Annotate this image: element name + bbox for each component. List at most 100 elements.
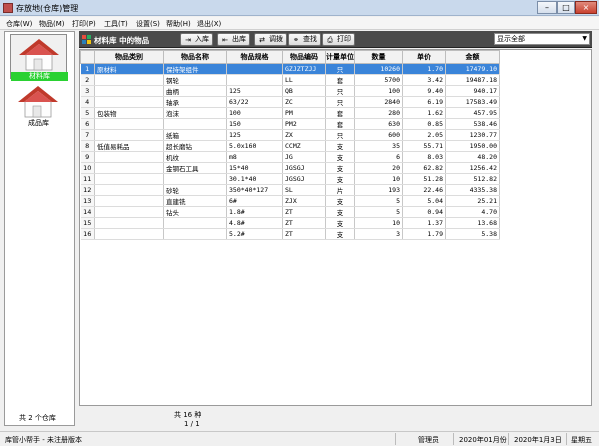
column-header[interactable]: 计量单位 — [325, 50, 355, 64]
current-weekday: 星期五 — [571, 436, 592, 444]
unit-cell: 支 — [325, 206, 355, 218]
column-header[interactable]: 数量 — [354, 50, 403, 64]
display-filter-select[interactable]: 显示全部 ▼ — [494, 33, 590, 45]
table-row[interactable]: 13 直建铣 6# ZJX 支 5 5.04 25.21 — [80, 195, 500, 207]
table-row[interactable]: 15 4.8# ZT 支 10 1.37 13.68 — [80, 217, 500, 229]
price-cell: 1.62 — [402, 107, 446, 119]
code-cell: ZT — [282, 206, 326, 218]
category-cell — [94, 195, 164, 207]
transfer-button[interactable]: ⇄ 调拨 — [254, 33, 287, 46]
category-cell: 包装物 — [94, 107, 164, 119]
stock-out-button[interactable]: ⇤ 出库 — [217, 33, 250, 46]
current-user: 管理员 — [418, 436, 439, 444]
column-header[interactable]: 单价 — [402, 50, 446, 64]
menu-print[interactable]: 打印(P) — [72, 19, 96, 29]
menu-item[interactable]: 物品(M) — [39, 19, 65, 29]
spec-cell: 1.8# — [226, 206, 283, 218]
table-row[interactable]: 12 砂轮 350*40*127 SL 片 193 22.46 4335.38 — [80, 184, 500, 196]
amount-cell: 940.17 — [445, 85, 500, 97]
item-count: 共 16 种 — [174, 411, 202, 419]
house-icon — [18, 86, 58, 118]
column-header[interactable]: 物品类别 — [94, 50, 164, 64]
quantity-cell: 3 — [354, 228, 403, 240]
quantity-cell: 20 — [354, 162, 403, 174]
minimize-button[interactable]: – — [537, 1, 557, 14]
price-cell: 51.28 — [402, 173, 446, 185]
menu-help[interactable]: 帮助(H) — [166, 19, 191, 29]
code-cell: ZT — [282, 228, 326, 240]
menu-warehouse[interactable]: 仓库(W) — [6, 19, 32, 29]
unit-cell: 套 — [325, 118, 355, 130]
column-header[interactable]: 金额 — [445, 50, 500, 64]
warehouse-item-materials[interactable]: 材料库 — [10, 34, 68, 81]
quantity-cell: 630 — [354, 118, 403, 130]
price-cell: 1.70 — [402, 63, 446, 75]
price-cell: 0.94 — [402, 206, 446, 218]
search-button[interactable]: ⚭ 查找 — [288, 33, 321, 46]
category-cell — [94, 184, 164, 196]
name-cell — [163, 173, 227, 185]
amount-cell: 4.70 — [445, 206, 500, 218]
code-cell: ZC — [282, 96, 326, 108]
name-cell: 钻头 — [163, 206, 227, 218]
name-cell: 钢轮 — [163, 74, 227, 86]
menu-settings[interactable]: 设置(S) — [136, 19, 160, 29]
price-cell: 9.40 — [402, 85, 446, 97]
category-cell — [94, 96, 164, 108]
current-date: 2020年1月3日 — [514, 436, 562, 444]
table-row[interactable]: 10 金钢石工具 15*40 JGSGJ 支 20 62.82 1256.42 — [80, 162, 500, 174]
spec-cell: 350*40*127 — [226, 184, 283, 196]
print-button[interactable]: ⎙ 打印 — [322, 33, 355, 46]
status-divider — [508, 433, 509, 445]
row-number: 16 — [80, 228, 95, 240]
close-button[interactable]: × — [575, 1, 597, 14]
name-cell: 纸箱 — [163, 129, 227, 141]
table-row[interactable]: 16 5.2# ZT 支 3 1.79 5.38 — [80, 228, 500, 240]
table-row[interactable]: 8 低值易耗品 超长磨钻 5.0x160 CCMZ 支 35 55.71 1950.00 — [80, 140, 500, 152]
row-number: 12 — [80, 184, 95, 196]
menu-exit[interactable]: 退出(X) — [197, 19, 221, 29]
spec-cell: 30.1*40 — [226, 173, 283, 185]
status-bar: 库管小帮手 - 未注册版本 管理员 2020年01月份 2020年1月3日 星期… — [0, 431, 599, 446]
name-cell: 保持架组件 — [163, 63, 227, 75]
table-row[interactable]: 9 机纹 m8 JG 支 6 8.03 48.20 — [80, 151, 500, 163]
table-row[interactable]: 11 30.1*40 JGSGJ 支 10 51.28 512.82 — [80, 173, 500, 185]
window-title: 存放地(仓库)管理 — [16, 4, 79, 13]
maximize-button[interactable]: □ — [557, 1, 575, 14]
table-row[interactable]: 3 曲柄 125 QB 只 100 9.40 940.17 — [80, 85, 500, 97]
warehouse-label: 成品库 — [28, 119, 49, 127]
table-row[interactable]: 14 钻头 1.8# ZT 支 5 0.94 4.70 — [80, 206, 500, 218]
table-row[interactable]: 2 钢轮 LL 套 5700 3.42 19487.18 — [80, 74, 500, 86]
column-header[interactable]: 物品规格 — [226, 50, 283, 64]
spec-cell: 5.0x160 — [226, 140, 283, 152]
column-header[interactable]: 物品名称 — [163, 50, 227, 64]
unit-cell: 支 — [325, 173, 355, 185]
warehouse-count: 共 2 个仓库 — [19, 414, 56, 422]
category-cell — [94, 173, 164, 185]
spec-cell: 4.8# — [226, 217, 283, 229]
warehouse-item-products[interactable]: 成品库 — [10, 82, 67, 127]
menu-tools[interactable]: 工具(T) — [104, 19, 128, 29]
row-number: 4 — [80, 96, 95, 108]
row-number: 1 — [80, 63, 95, 75]
column-header[interactable]: 物品编码 — [282, 50, 326, 64]
warehouse-title: 材料库 中的物品 — [94, 36, 150, 45]
table-row[interactable]: 1 原材料 保持架组件 GZJZTZJJ 只 10260 1.70 17479.10 — [80, 63, 500, 75]
stock-in-button[interactable]: ⇥ 入库 — [180, 33, 213, 46]
price-cell: 1.79 — [402, 228, 446, 240]
code-cell: QB — [282, 85, 326, 97]
house-icon — [19, 39, 59, 71]
status-divider — [566, 433, 567, 445]
row-number: 2 — [80, 74, 95, 86]
items-grid[interactable]: 物品类别 物品名称 物品规格 物品编码 计量单位 数量 单价 金额 1 原材料 保持… — [79, 49, 592, 406]
table-row[interactable]: 7 纸箱 125 ZX 只 600 2.05 1230.77 — [80, 129, 500, 141]
unit-cell: 支 — [325, 195, 355, 207]
quantity-cell: 600 — [354, 129, 403, 141]
amount-cell: 538.46 — [445, 118, 500, 130]
spec-cell: m8 — [226, 151, 283, 163]
price-cell: 0.85 — [402, 118, 446, 130]
table-row[interactable]: 6 150 PM2 套 630 0.85 538.46 — [80, 118, 500, 130]
table-row[interactable]: 5 包装物 泡沫 100 PM 套 280 1.62 457.95 — [80, 107, 500, 119]
name-cell: 轴承 — [163, 96, 227, 108]
table-row[interactable]: 4 轴承 63/22 ZC 只 2840 6.19 17583.49 — [80, 96, 500, 108]
